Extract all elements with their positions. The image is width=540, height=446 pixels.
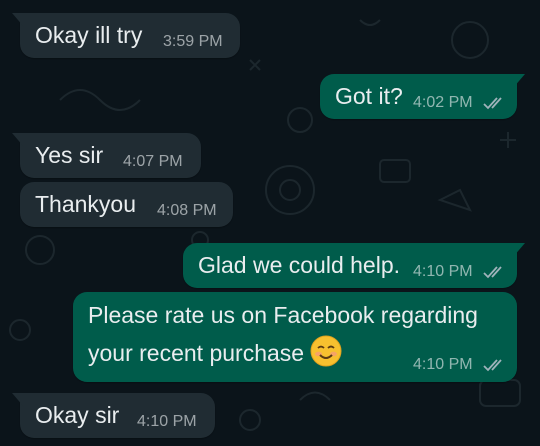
message-time: 4:07 PM bbox=[123, 153, 183, 170]
message-bubble-incoming[interactable]: Okay sir 4:10 PM bbox=[12, 393, 215, 438]
bubble-tail bbox=[12, 133, 24, 147]
message-time: 4:08 PM bbox=[157, 202, 217, 219]
message-time: 3:59 PM bbox=[163, 33, 223, 50]
message-text: Got it? bbox=[335, 83, 403, 109]
message-time: 4:10 PM bbox=[413, 263, 473, 280]
message-text: Okay ill try bbox=[35, 22, 143, 48]
bubble-tail bbox=[12, 13, 24, 27]
bubble-tail bbox=[12, 393, 24, 407]
message-text: Okay sir bbox=[35, 402, 120, 428]
message-time: 4:10 PM bbox=[413, 356, 473, 373]
read-ticks-icon bbox=[483, 266, 502, 279]
message-text-line: Please rate us on Facebook regarding bbox=[88, 302, 478, 328]
message-time: 4:10 PM bbox=[137, 413, 197, 430]
message-bubble-incoming[interactable]: Yes sir 4:07 PM bbox=[12, 133, 201, 178]
message-text: Thankyou bbox=[35, 191, 137, 217]
message-bubble-outgoing[interactable]: Got it? 4:02 PM bbox=[320, 74, 525, 119]
message-bubble-incoming[interactable]: Okay ill try 3:59 PM bbox=[12, 13, 240, 58]
message-text-line-2: your recent purchase bbox=[88, 340, 305, 366]
bubble-tail bbox=[513, 243, 525, 257]
message-bubble-outgoing[interactable]: Glad we could help. 4:10 PM bbox=[183, 243, 525, 288]
read-ticks-icon bbox=[483, 359, 502, 372]
read-ticks-icon bbox=[483, 97, 502, 110]
message-text: Glad we could help. bbox=[198, 252, 401, 278]
message-text: Yes sir bbox=[35, 142, 104, 168]
bubble-tail bbox=[513, 74, 525, 88]
message-time: 4:02 PM bbox=[413, 94, 473, 111]
message-bubble-incoming[interactable]: Thankyou 4:08 PM bbox=[20, 182, 233, 227]
smiling-face-emoji-icon bbox=[310, 335, 342, 367]
message-text-line: your recent purchase bbox=[88, 335, 342, 367]
message-bubble-outgoing[interactable]: Please rate us on Facebook regarding you… bbox=[73, 292, 517, 382]
